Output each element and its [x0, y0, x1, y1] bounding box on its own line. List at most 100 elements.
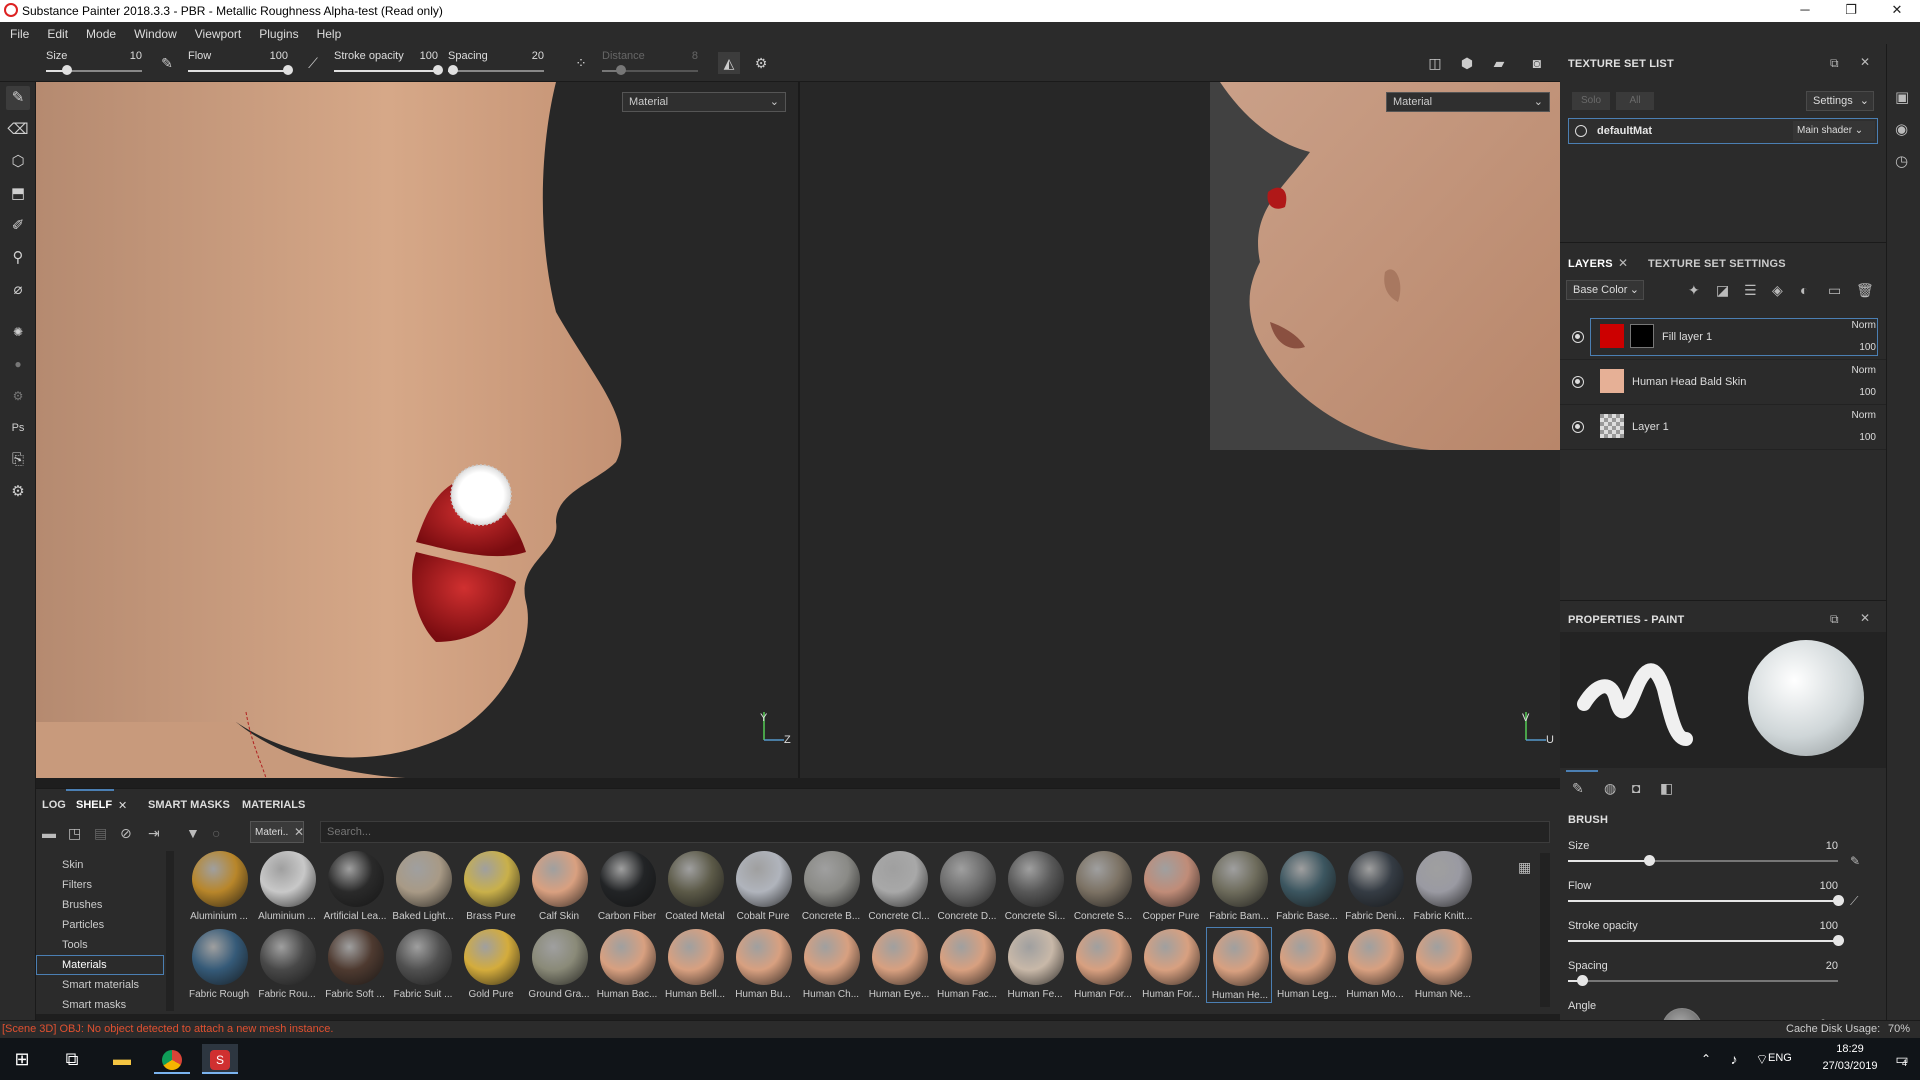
- distance-handle[interactable]: [616, 65, 627, 75]
- filter-icon[interactable]: ▼: [186, 825, 200, 841]
- visibility-icon[interactable]: [1572, 421, 1584, 433]
- brush-stroke-opacity-value[interactable]: 100: [1820, 920, 1838, 932]
- shader-dropdown[interactable]: Main shader ⌄: [1793, 121, 1875, 141]
- brush-size-value[interactable]: 10: [1826, 840, 1838, 852]
- material-thumbnail[interactable]: Coated Metal: [662, 849, 728, 925]
- export-icon[interactable]: ⎘: [6, 448, 30, 472]
- category-smart-materials[interactable]: Smart materials: [62, 979, 139, 991]
- material-thumbnail[interactable]: Fabric Rou...: [254, 927, 320, 1003]
- minimize-button[interactable]: ─: [1782, 0, 1828, 22]
- size-handle[interactable]: [62, 65, 73, 75]
- clock-time[interactable]: 18:29: [1820, 1043, 1880, 1055]
- add-mask-icon[interactable]: ◪: [1716, 282, 1729, 299]
- paint-brush-icon[interactable]: ✎: [6, 86, 30, 110]
- category-brushes[interactable]: Brushes: [62, 899, 102, 911]
- color-picker-icon[interactable]: ⌀: [6, 278, 30, 302]
- material-thumbnail[interactable]: Artificial Lea...: [322, 849, 388, 925]
- alpha-tab-icon[interactable]: ◘: [1632, 780, 1640, 796]
- menu-viewport[interactable]: Viewport: [185, 22, 249, 41]
- menu-mode[interactable]: Mode: [76, 22, 124, 41]
- shader-settings-icon[interactable]: ◉: [1895, 120, 1908, 138]
- material-thumbnail[interactable]: Human Mo...: [1342, 927, 1408, 1003]
- size-slider[interactable]: Size 10: [46, 48, 142, 80]
- smudge-icon[interactable]: ✐: [6, 214, 30, 238]
- menu-window[interactable]: Window: [124, 22, 185, 41]
- grid-view-icon[interactable]: ▦: [1518, 859, 1531, 876]
- stroke-opacity-slider[interactable]: Stroke opacity 100: [334, 48, 443, 80]
- chrome-icon[interactable]: [154, 1044, 190, 1074]
- stencil-tab-icon[interactable]: ◧: [1660, 780, 1673, 797]
- material-thumbnail[interactable]: Human Fac...: [934, 927, 1000, 1003]
- category-materials[interactable]: Materials: [62, 959, 107, 971]
- stroke-opacity-value[interactable]: 100: [420, 50, 438, 62]
- material-thumbnail[interactable]: Human Eye...: [866, 927, 932, 1003]
- material-thumbnail[interactable]: Fabric Knitt...: [1410, 849, 1476, 925]
- distance-value[interactable]: 8: [692, 50, 698, 62]
- flow-slider[interactable]: Flow 100: [188, 48, 293, 80]
- spacing-handle[interactable]: [447, 65, 458, 75]
- material-thumbnail[interactable]: Calf Skin: [526, 849, 592, 925]
- visibility-icon[interactable]: [1575, 125, 1587, 137]
- file-explorer-icon[interactable]: ▬: [104, 1044, 140, 1074]
- eraser-icon[interactable]: ⌫: [6, 118, 30, 142]
- clone-stamp-icon[interactable]: ⚲: [6, 246, 30, 270]
- layer-thumbnail[interactable]: [1600, 414, 1624, 438]
- material-thumbnail[interactable]: Fabric Deni...: [1342, 849, 1408, 925]
- stroke-opacity-handle[interactable]: [433, 65, 443, 75]
- spacing-slider[interactable]: Spacing 20: [447, 48, 544, 80]
- material-thumbnail[interactable]: Human Fe...: [1002, 927, 1068, 1003]
- brush-stroke-opacity-slider[interactable]: Stroke opacity 100: [1568, 920, 1844, 956]
- undock-icon[interactable]: ⧉: [1830, 56, 1839, 71]
- material-thumbnail[interactable]: Gold Pure: [458, 927, 524, 1003]
- category-filters[interactable]: Filters: [62, 879, 92, 891]
- brush-size-handle[interactable]: [1644, 855, 1655, 866]
- layer-opacity[interactable]: 100: [1859, 387, 1876, 398]
- tab-materials[interactable]: MATERIALS: [242, 799, 305, 811]
- polygon-fill-icon[interactable]: ⬒: [6, 182, 30, 206]
- display-mode-icon[interactable]: ⬢: [1456, 52, 1478, 74]
- circle-filter-icon[interactable]: ○: [212, 825, 220, 841]
- visibility-icon[interactable]: [1572, 376, 1584, 388]
- material-thumbnail[interactable]: Fabric Soft ...: [322, 927, 388, 1003]
- symmetry-icon[interactable]: ◭: [718, 52, 740, 74]
- add-fill-layer-icon[interactable]: ◈: [1772, 282, 1783, 299]
- distance-slider[interactable]: Distance 8: [602, 48, 698, 80]
- viewport-2d[interactable]: Material ⌄ V U: [798, 82, 1560, 778]
- material-thumbnail[interactable]: Concrete D...: [934, 849, 1000, 925]
- clock-date[interactable]: 27/03/2019: [1812, 1060, 1888, 1072]
- substance-painter-taskbar-icon[interactable]: S: [202, 1044, 238, 1074]
- visibility-icon[interactable]: [1572, 331, 1584, 343]
- maximize-button[interactable]: ❐: [1828, 0, 1874, 22]
- symmetry-settings-icon[interactable]: ⚙: [750, 52, 772, 74]
- material-thumbnail[interactable]: Carbon Fiber: [594, 849, 660, 925]
- material-tab-icon[interactable]: ◍: [1604, 780, 1616, 797]
- iray-icon[interactable]: ●: [6, 352, 30, 376]
- material-thumbnail[interactable]: Brass Pure: [458, 849, 524, 925]
- material-thumbnail[interactable]: Fabric Suit ...: [390, 927, 456, 1003]
- bake-icon[interactable]: ✺: [6, 320, 30, 344]
- layer-row[interactable]: Human Head Bald Skin Norm 100: [1560, 361, 1886, 405]
- texture-set-row[interactable]: defaultMat Main shader ⌄: [1568, 118, 1878, 144]
- add-layer-icon[interactable]: ☰: [1744, 282, 1757, 299]
- material-thumbnail[interactable]: Baked Light...: [390, 849, 456, 925]
- flow-handle[interactable]: [283, 65, 293, 75]
- projection-icon[interactable]: ⬡: [6, 150, 30, 174]
- category-tools[interactable]: Tools: [62, 939, 88, 951]
- material-thumbnail[interactable]: Human He...: [1206, 927, 1272, 1003]
- material-thumbnail[interactable]: Copper Pure: [1138, 849, 1204, 925]
- material-thumbnail[interactable]: Human Bell...: [662, 927, 728, 1003]
- material-thumbnail[interactable]: Concrete B...: [798, 849, 864, 925]
- add-smart-material-icon[interactable]: ◐: [1800, 282, 1808, 298]
- search-input[interactable]: [320, 821, 1550, 843]
- new-shelf-icon[interactable]: ◳: [68, 825, 81, 842]
- history-icon[interactable]: ◷: [1895, 152, 1908, 170]
- lazy-mouse-icon[interactable]: ⁘: [570, 52, 592, 74]
- layer-row[interactable]: Fill layer 1 Norm 100: [1560, 316, 1886, 360]
- category-particles[interactable]: Particles: [62, 919, 104, 931]
- add-folder-icon[interactable]: ▭: [1828, 282, 1841, 299]
- close-icon[interactable]: ✕: [1860, 55, 1870, 69]
- category-smart-masks[interactable]: Smart masks: [62, 999, 126, 1011]
- close-icon[interactable]: ✕: [1618, 256, 1628, 270]
- language-indicator[interactable]: ENG: [1768, 1052, 1792, 1064]
- menu-plugins[interactable]: Plugins: [249, 22, 306, 41]
